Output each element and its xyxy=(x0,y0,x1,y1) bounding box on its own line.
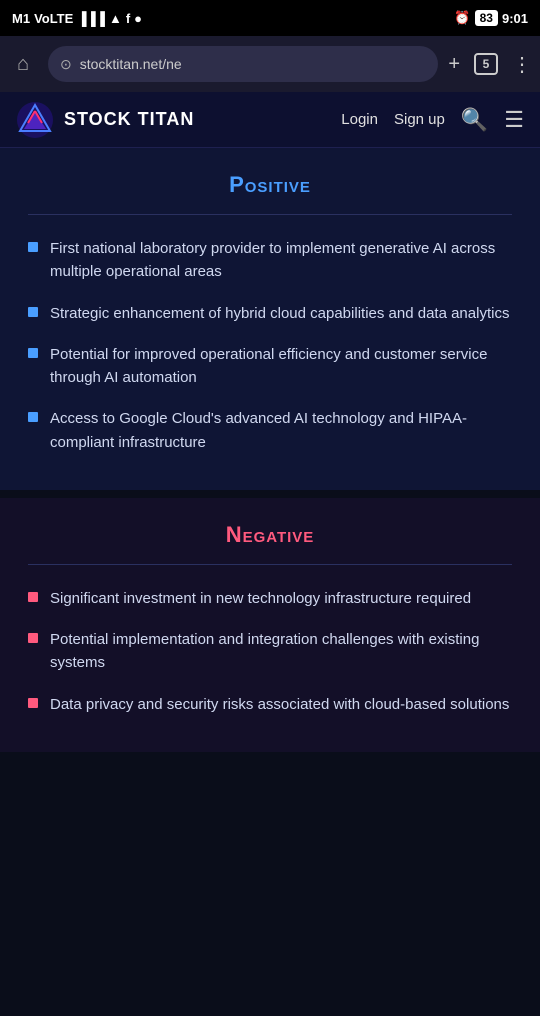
negative-section: Negative Significant investment in new t… xyxy=(0,498,540,752)
url-security-icon: ⊙ xyxy=(60,56,72,73)
alarm-icon: ⏰ xyxy=(454,10,470,26)
browser-actions: + 5 ⋮ xyxy=(448,52,532,77)
tab-count[interactable]: 5 xyxy=(474,53,498,75)
status-bar: M1 VoLTE ▐▐▐ ▲ f ● ⏰ 83 9:01 xyxy=(0,0,540,36)
positive-section: Positive First national laboratory provi… xyxy=(0,148,540,490)
list-item: Strategic enhancement of hybrid cloud ca… xyxy=(28,302,512,325)
positive-bullet-list: First national laboratory provider to im… xyxy=(28,237,512,454)
url-bar[interactable]: ⊙ stocktitan.net/ne xyxy=(48,46,438,82)
list-item: Access to Google Cloud's advanced AI tec… xyxy=(28,407,512,454)
positive-item-3: Potential for improved operational effic… xyxy=(50,343,512,390)
negative-item-1: Significant investment in new technology… xyxy=(50,587,471,610)
main-content: Positive First national laboratory provi… xyxy=(0,148,540,752)
nav-links: Login Sign up 🔍 ☰ xyxy=(341,107,524,133)
negative-item-2: Potential implementation and integration… xyxy=(50,628,512,675)
nav-bar: STOCK TITAN Login Sign up 🔍 ☰ xyxy=(0,92,540,148)
time-label: 9:01 xyxy=(502,11,528,26)
list-item: Data privacy and security risks associat… xyxy=(28,693,512,716)
bullet-marker-icon xyxy=(28,348,38,358)
negative-title: Negative xyxy=(28,522,512,548)
login-link[interactable]: Login xyxy=(341,111,378,128)
brand-name: STOCK TITAN xyxy=(64,109,194,130)
positive-title: Positive xyxy=(28,172,512,198)
list-item: Potential implementation and integration… xyxy=(28,628,512,675)
nav-logo: STOCK TITAN xyxy=(16,101,341,139)
whatsapp-icon: ● xyxy=(134,11,142,26)
signal-icon: ▐▐▐ xyxy=(77,11,105,26)
url-text: stocktitan.net/ne xyxy=(80,56,182,72)
list-item: Potential for improved operational effic… xyxy=(28,343,512,390)
facebook-icon: f xyxy=(126,11,130,26)
bullet-marker-neg-icon xyxy=(28,698,38,708)
battery-label: 83 xyxy=(475,10,498,26)
new-tab-button[interactable]: + xyxy=(448,53,460,76)
volte-label: VoLTE xyxy=(34,11,73,26)
menu-button[interactable]: ☰ xyxy=(504,107,524,133)
positive-item-4: Access to Google Cloud's advanced AI tec… xyxy=(50,407,512,454)
positive-divider xyxy=(28,214,512,215)
bullet-marker-icon xyxy=(28,242,38,252)
status-right: ⏰ 83 9:01 xyxy=(454,10,528,26)
bullet-marker-icon xyxy=(28,307,38,317)
negative-bullet-list: Significant investment in new technology… xyxy=(28,587,512,716)
browser-bar: ⌂ ⊙ stocktitan.net/ne + 5 ⋮ xyxy=(0,36,540,92)
wifi-icon: ▲ xyxy=(109,11,122,26)
list-item: Significant investment in new technology… xyxy=(28,587,512,610)
list-item: First national laboratory provider to im… xyxy=(28,237,512,284)
brand-logo-icon xyxy=(16,101,54,139)
status-left: M1 VoLTE ▐▐▐ ▲ f ● xyxy=(12,11,142,26)
bullet-marker-neg-icon xyxy=(28,633,38,643)
negative-item-3: Data privacy and security risks associat… xyxy=(50,693,509,716)
more-menu-button[interactable]: ⋮ xyxy=(512,52,532,77)
positive-item-1: First national laboratory provider to im… xyxy=(50,237,512,284)
carrier-label: M1 xyxy=(12,11,30,26)
home-button[interactable]: ⌂ xyxy=(8,49,38,79)
search-button[interactable]: 🔍 xyxy=(461,107,488,133)
bullet-marker-icon xyxy=(28,412,38,422)
signup-link[interactable]: Sign up xyxy=(394,111,445,128)
negative-divider xyxy=(28,564,512,565)
bullet-marker-neg-icon xyxy=(28,592,38,602)
positive-item-2: Strategic enhancement of hybrid cloud ca… xyxy=(50,302,509,325)
